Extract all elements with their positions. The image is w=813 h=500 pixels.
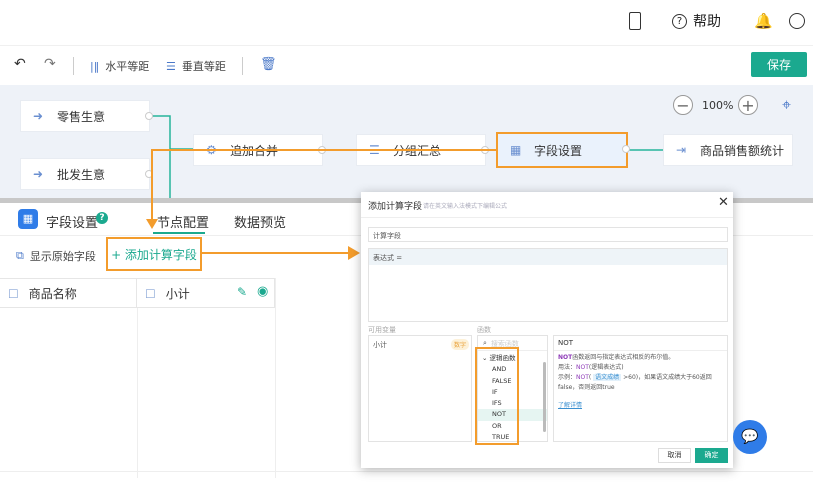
node-field-settings[interactable]: ▦ 字段设置 bbox=[496, 132, 630, 168]
scrollbar[interactable] bbox=[543, 362, 546, 432]
field-chip: 语文成绩 bbox=[593, 374, 622, 381]
learn-more-link[interactable]: 了解详情 bbox=[558, 401, 723, 411]
undo-icon[interactable]: ↶ bbox=[14, 56, 26, 72]
input-icon: ➜ bbox=[33, 167, 44, 181]
dialog-title: 添加计算字段 bbox=[368, 202, 423, 212]
add-calculated-field-dialog: 添加计算字段 请在英文输入法模式下编辑公式 ✕ 计算字段 表达式 = 可用变量 … bbox=[361, 192, 733, 468]
annotation-arrow bbox=[151, 149, 153, 221]
arrowhead bbox=[348, 246, 360, 260]
number-field-icon: ☐ bbox=[145, 286, 156, 301]
horizontal-distribute-button[interactable]: |‖ 水平等距 bbox=[90, 58, 149, 74]
column-label: 商品名称 bbox=[28, 287, 77, 301]
tab-node-config[interactable]: 节点配置 bbox=[157, 212, 209, 231]
column-product-name[interactable]: ☐ 商品名称 bbox=[0, 279, 137, 308]
expression-label: 表达式 = bbox=[369, 249, 727, 265]
input-icon: ➜ bbox=[33, 109, 44, 123]
dialog-hint: 请在英文输入法模式下编辑公式 bbox=[423, 203, 508, 210]
table-icon: ▦ bbox=[18, 209, 38, 229]
node-output[interactable]: ⇥ 商品销售额统计 bbox=[663, 134, 793, 166]
flow-canvas[interactable]: ➜零售生意 ➜批发生意 ⚙追加合并 ☰分组汇总 ▦字段设置 ⇥商品销售额统计 −… bbox=[0, 85, 813, 198]
active-tab-indicator bbox=[153, 232, 205, 234]
arrowhead bbox=[146, 219, 158, 229]
help-button[interactable]: ? 帮助 bbox=[672, 11, 721, 31]
horizontal-distribute-icon: |‖ bbox=[90, 59, 100, 73]
usage-label: 用法： bbox=[558, 364, 577, 371]
node-label: 批发生意 bbox=[57, 167, 106, 182]
search-placeholder: 搜索函数 bbox=[490, 340, 519, 348]
fn-name: NOT bbox=[576, 364, 589, 371]
fn-name: NOT bbox=[576, 374, 589, 381]
trash-icon[interactable]: 🗑 bbox=[260, 57, 277, 72]
column-subtotal[interactable]: ☐ 小计 ✎ ◉ bbox=[137, 279, 275, 308]
description-title: NOT bbox=[554, 336, 727, 351]
help-label: 帮助 bbox=[693, 14, 721, 30]
table-header: ☐ 商品名称 ☐ 小计 ✎ ◉ bbox=[0, 278, 275, 308]
divider bbox=[361, 217, 733, 218]
help-icon[interactable]: ? bbox=[96, 212, 108, 224]
show-raw-label: 显示原始字段 bbox=[29, 250, 96, 263]
text-field-icon: ☐ bbox=[8, 286, 19, 301]
functions-label: 函数 bbox=[477, 326, 491, 334]
locate-icon[interactable]: ⌖ bbox=[782, 95, 791, 115]
annotation-arrow bbox=[151, 149, 496, 151]
divider bbox=[73, 57, 74, 75]
toolbar: ↶ ↷ |‖ 水平等距 ☰ 垂直等距 🗑 bbox=[0, 45, 813, 85]
port[interactable] bbox=[622, 145, 630, 153]
node-wholesale[interactable]: ➜ 批发生意 bbox=[20, 158, 153, 190]
horizontal-distribute-label: 水平等距 bbox=[105, 60, 150, 73]
highlight-box bbox=[475, 347, 519, 445]
search-icon: ⌕ bbox=[483, 339, 487, 347]
tablet-icon[interactable] bbox=[629, 12, 641, 30]
node-label: 零售生意 bbox=[57, 109, 106, 124]
ok-button[interactable]: 确定 bbox=[695, 448, 728, 463]
zoom-out-button[interactable]: − bbox=[673, 95, 693, 115]
port[interactable] bbox=[145, 112, 153, 120]
add-calculated-field-button[interactable]: + 添加计算字段 bbox=[106, 237, 202, 271]
cancel-button[interactable]: 取消 bbox=[658, 448, 691, 463]
field-name-input[interactable]: 计算字段 bbox=[368, 227, 728, 242]
vertical-distribute-label: 垂直等距 bbox=[181, 60, 226, 73]
fn-name: NOT bbox=[558, 354, 573, 361]
panel-title: 字段设置 bbox=[46, 216, 99, 231]
usage-args: (逻辑表达式) bbox=[588, 364, 624, 371]
show-raw-fields-button[interactable]: ⧉ 显示原始字段 bbox=[16, 248, 96, 264]
node-label: 字段设置 bbox=[534, 143, 583, 158]
close-icon[interactable]: ✕ bbox=[718, 195, 729, 210]
show-icon: ⧉ bbox=[16, 249, 24, 262]
tab-data-preview[interactable]: 数据预览 bbox=[234, 212, 286, 231]
variable-item[interactable]: 小计 bbox=[373, 340, 387, 350]
zoom-level: 100% bbox=[702, 99, 734, 112]
help-circle-icon: ? bbox=[672, 13, 687, 29]
expression-editor[interactable]: 表达式 = bbox=[368, 248, 728, 322]
example-label: 示例： bbox=[558, 374, 577, 381]
eye-icon[interactable]: ◉ bbox=[257, 284, 268, 299]
divider bbox=[0, 471, 813, 472]
divider bbox=[242, 57, 243, 75]
output-icon: ⇥ bbox=[676, 143, 687, 157]
table-icon: ▦ bbox=[510, 143, 522, 157]
chat-icon[interactable]: 💬 bbox=[733, 420, 767, 454]
save-button[interactable]: 保存 bbox=[751, 52, 807, 77]
node-retail[interactable]: ➜ 零售生意 bbox=[20, 100, 153, 132]
variables-label: 可用变量 bbox=[368, 326, 396, 334]
type-badge: 数字 bbox=[451, 339, 470, 350]
vertical-distribute-icon: ☰ bbox=[166, 59, 176, 73]
annotation-arrow bbox=[202, 252, 350, 254]
edit-icon[interactable]: ✎ bbox=[237, 285, 247, 299]
node-label: 商品销售额统计 bbox=[700, 143, 785, 158]
zoom-in-button[interactable]: + bbox=[738, 95, 758, 115]
bell-icon[interactable]: 🔔 bbox=[754, 12, 773, 30]
top-bar: ? 帮助 🔔 bbox=[0, 0, 813, 45]
user-icon[interactable] bbox=[789, 13, 805, 29]
column-divider bbox=[275, 278, 276, 478]
vertical-distribute-button[interactable]: ☰ 垂直等距 bbox=[166, 58, 226, 74]
description-text: 函数返回与指定表达式相反的布尔值。 bbox=[572, 354, 675, 361]
column-label: 小计 bbox=[165, 287, 190, 301]
variables-list: 小计 数字 bbox=[368, 335, 472, 442]
function-description: NOT NOT函数返回与指定表达式相反的布尔值。 用法：NOT(逻辑表达式) 示… bbox=[553, 335, 728, 442]
redo-icon[interactable]: ↷ bbox=[44, 56, 56, 72]
column-divider bbox=[137, 308, 138, 478]
